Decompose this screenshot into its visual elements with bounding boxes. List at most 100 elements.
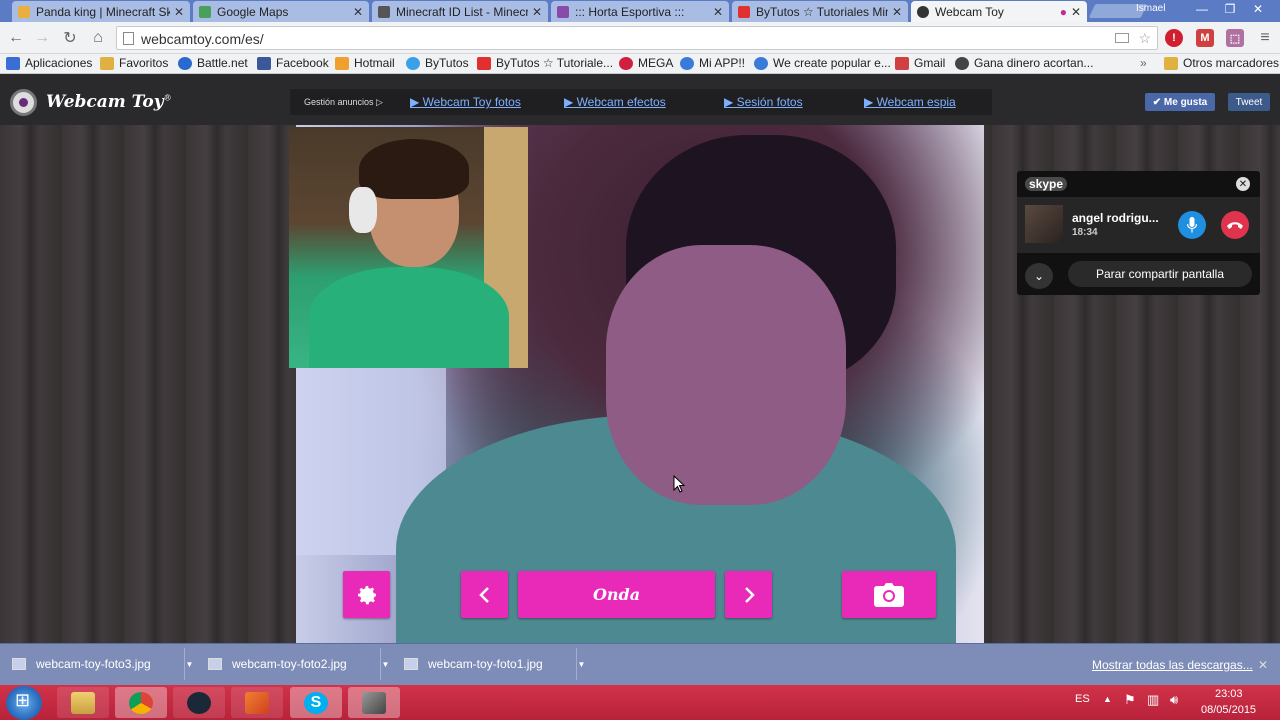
twitter-bird-icon [406, 56, 420, 70]
download-menu-arrow-icon[interactable]: ▼ [184, 648, 194, 680]
bookmark-favoritos[interactable]: Favoritos [100, 56, 168, 70]
nav-sesion-fotos[interactable]: ▶ Sesión fotos [724, 95, 803, 109]
close-icon[interactable]: ✕ [713, 5, 723, 19]
bookmark-we-create[interactable]: We create popular e... [754, 56, 891, 70]
show-hidden-icons-icon[interactable]: ▲ [1103, 694, 1112, 704]
bookmark-bytutos-twitter[interactable]: ByTutos [406, 56, 469, 70]
stop-screen-share-button[interactable]: Parar compartir pantalla [1068, 261, 1252, 287]
bookmarks-overflow[interactable]: » [1140, 56, 1147, 70]
action-center-flag-icon[interactable]: ⚑ [1124, 692, 1136, 708]
taskbar-media-player[interactable] [231, 687, 283, 718]
home-icon[interactable]: ⌂ [88, 28, 108, 48]
bookmark-facebook[interactable]: Facebook [257, 56, 329, 70]
bookmark-otros[interactable]: Otros marcadores [1164, 56, 1279, 70]
download-menu-arrow-icon[interactable]: ▼ [380, 648, 390, 680]
bookmark-label: Hotmail [354, 56, 395, 70]
close-icon[interactable]: ✕ [1236, 177, 1250, 191]
taskbar-tool[interactable] [348, 687, 400, 718]
webcam-lens-icon [10, 89, 37, 116]
download-item[interactable]: webcam-toy-foto1.jpg [404, 650, 543, 678]
webcam-toy-page: Webcam Toy® Gestión anuncios ▷ ▶ Webcam … [0, 75, 1280, 643]
ad-choices-link[interactable]: Gestión anuncios ▷ [304, 97, 383, 108]
call-duration: 18:34 [1072, 227, 1098, 238]
bookmark-hotmail[interactable]: Hotmail [335, 56, 395, 70]
settings-button[interactable] [343, 571, 390, 618]
tab-webcam-toy[interactable]: Webcam Toy ● ✕ [911, 1, 1087, 22]
mute-button[interactable] [1178, 211, 1206, 239]
headphones-icon [349, 187, 377, 233]
taskbar-chrome[interactable] [115, 687, 167, 718]
take-photo-button[interactable] [842, 571, 936, 618]
back-icon[interactable]: ← [6, 28, 26, 48]
gmail-extension-icon[interactable]: M [1196, 29, 1214, 47]
bookmark-star-icon[interactable]: ☆ [1138, 30, 1151, 47]
bookmark-apps[interactable]: Aplicaciones [6, 56, 92, 70]
close-icon[interactable]: ✕ [892, 5, 902, 19]
bookmark-bytutos-youtube[interactable]: ByTutos ☆ Tutoriale... [477, 56, 613, 70]
clock-time[interactable]: 23:03 [1215, 688, 1243, 700]
nav-webcam-espia[interactable]: ▶ Webcam espia [864, 95, 956, 109]
language-indicator[interactable]: ES [1075, 693, 1090, 705]
effect-selector-button[interactable]: Onda [518, 571, 715, 618]
bookmark-label: MEGA [638, 56, 674, 70]
previous-effect-button[interactable] [461, 571, 508, 618]
bookmark-mi-app[interactable]: Mi APP!! [680, 56, 745, 70]
tab-bytutos[interactable]: ByTutos ☆ Tutoriales Min ✕ [732, 1, 908, 22]
bookmark-gmail[interactable]: Gmail [895, 56, 945, 70]
show-all-downloads-link[interactable]: Mostrar todas las descargas... [1092, 658, 1253, 672]
tweet-button[interactable]: Tweet [1228, 93, 1270, 111]
volume-icon[interactable]: 🔊︎ [1170, 692, 1178, 708]
cast-icon[interactable] [1115, 33, 1129, 43]
taskbar-explorer[interactable] [57, 687, 109, 718]
tab-horta-esportiva[interactable]: ::: Horta Esportiva ::: ✕ [551, 1, 729, 22]
download-menu-arrow-icon[interactable]: ▼ [576, 648, 586, 680]
close-icon[interactable]: ✕ [1258, 658, 1268, 672]
site-logo[interactable]: Webcam Toy® [46, 92, 172, 112]
url-text[interactable]: webcamtoy.com/es/ [141, 31, 264, 47]
download-filename: webcam-toy-foto2.jpg [232, 657, 347, 671]
restore-icon[interactable]: ❐ [1216, 0, 1244, 18]
hang-up-button[interactable] [1221, 211, 1249, 239]
next-effect-button[interactable] [725, 571, 772, 618]
network-icon[interactable]: ▥ [1147, 692, 1159, 708]
nav-webcam-efectos[interactable]: ▶ Webcam efectos [564, 95, 666, 109]
page-icon [123, 32, 134, 45]
chevron-down-icon[interactable]: ⌄ [1025, 263, 1053, 289]
bookmark-battlenet[interactable]: Battle.net [178, 56, 248, 70]
address-bar[interactable]: webcamtoy.com/es/ ☆ [116, 26, 1158, 50]
tab-panda-king[interactable]: Panda king | Minecraft Sk ✕ [12, 1, 190, 22]
start-button[interactable] [6, 686, 42, 720]
close-icon[interactable]: ✕ [353, 5, 363, 19]
close-window-icon[interactable]: ✕ [1244, 0, 1272, 18]
close-icon[interactable]: ✕ [532, 5, 542, 19]
minimize-icon[interactable]: — [1188, 0, 1216, 18]
tab-google-maps[interactable]: Google Maps ✕ [193, 1, 369, 22]
taskbar-skype[interactable]: S [290, 687, 342, 718]
close-icon[interactable]: ✕ [174, 5, 184, 19]
tab-minecraft-id[interactable]: Minecraft ID List - Minecr ✕ [372, 1, 548, 22]
bookmark-label: Otros marcadores [1183, 56, 1280, 70]
windows-taskbar: S ES ▲ ⚑ ▥ 🔊︎ 23:03 08/05/2015 [0, 685, 1280, 720]
download-filename: webcam-toy-foto1.jpg [428, 657, 543, 671]
close-icon[interactable]: ✕ [1071, 5, 1081, 19]
reload-icon[interactable]: ↻ [60, 28, 80, 48]
bookmark-mega[interactable]: MEGA [619, 56, 673, 70]
nav-webcam-toy-fotos[interactable]: ▶ Webcam Toy fotos [410, 95, 521, 109]
menu-icon[interactable]: ≡ [1256, 29, 1274, 47]
media-player-icon [245, 691, 269, 714]
avatar [1025, 205, 1063, 243]
extension-icon[interactable]: ⬚ [1226, 29, 1244, 47]
facebook-like-button[interactable]: ✔ Me gusta [1145, 93, 1215, 111]
folder-icon [100, 56, 114, 70]
download-item[interactable]: webcam-toy-foto2.jpg [208, 650, 347, 678]
download-filename: webcam-toy-foto3.jpg [36, 657, 151, 671]
skype-call-overlay: skype ✕ angel rodrigu... 18:34 ⌄ Parar c… [1017, 171, 1260, 295]
forward-icon[interactable]: → [32, 28, 52, 48]
adblock-extension-icon[interactable]: ! [1165, 29, 1183, 47]
download-item[interactable]: webcam-toy-foto3.jpg [12, 650, 151, 678]
clock-date[interactable]: 08/05/2015 [1201, 704, 1256, 716]
taskbar-steam[interactable] [173, 687, 225, 718]
bookmark-gana-dinero[interactable]: Gana dinero acortan... [955, 56, 1093, 70]
pip-person [309, 267, 509, 368]
profile-name[interactable]: Ismael [1136, 3, 1165, 14]
